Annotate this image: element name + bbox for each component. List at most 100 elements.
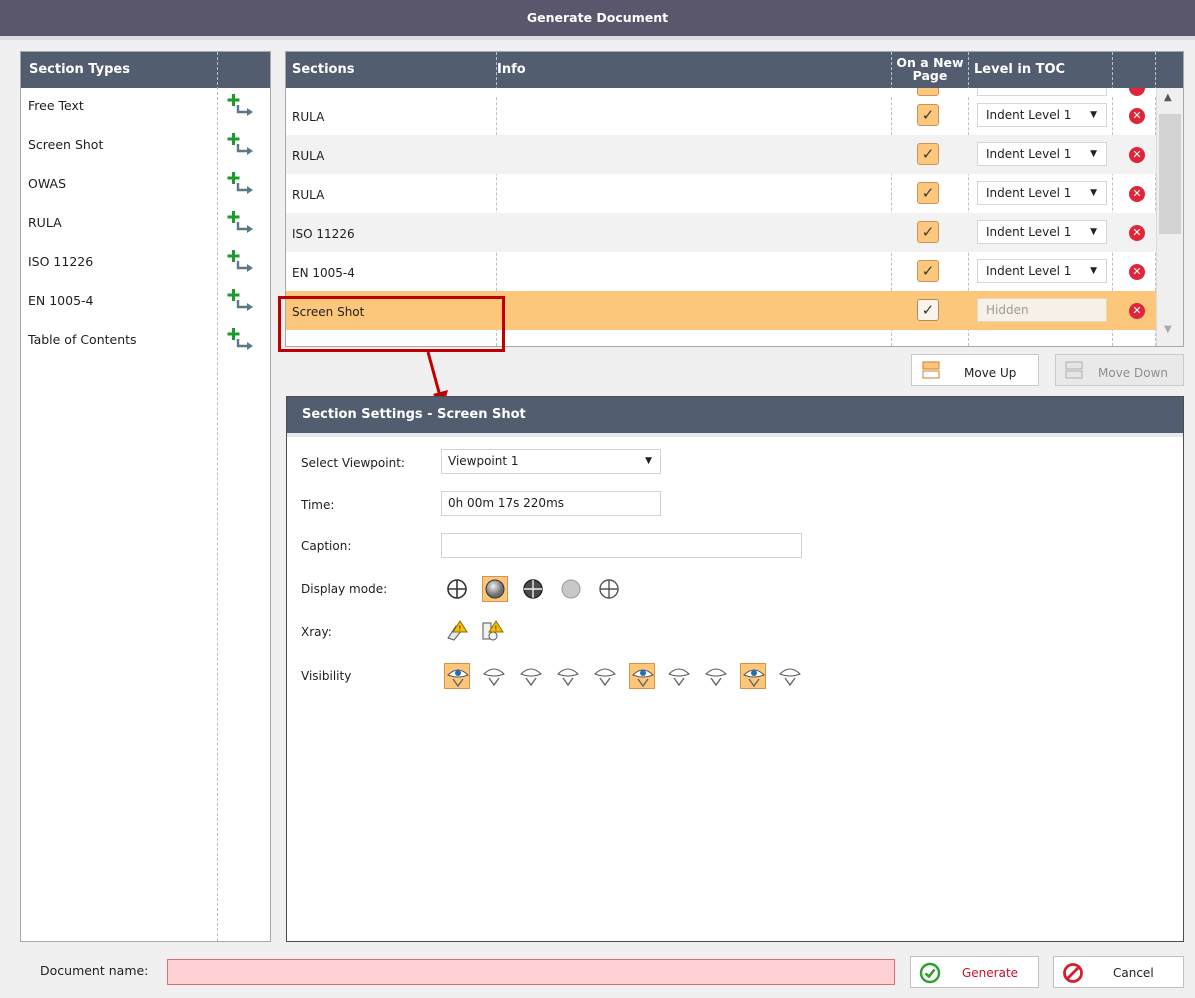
document-name-label: Document name: (40, 963, 149, 978)
delete-icon[interactable]: ✕ (1129, 225, 1145, 241)
col-sections[interactable]: Sections (286, 52, 354, 88)
scroll-thumb[interactable] (1159, 114, 1181, 234)
section-type-label: RULA (28, 215, 62, 230)
shaded-mode-icon[interactable] (482, 576, 508, 602)
section-types-header-label: Section Types (29, 62, 130, 77)
time-field[interactable]: 0h 00m 17s 220ms (441, 491, 661, 516)
section-row[interactable]: RULA ✓ Indent Level 1 ▼ ✕ (286, 96, 1156, 135)
add-section-icon[interactable] (226, 326, 256, 352)
checkmark-icon (919, 962, 941, 984)
delete-icon[interactable]: ✕ (1129, 108, 1145, 124)
add-section-icon[interactable] (226, 248, 256, 274)
add-section-icon[interactable] (226, 287, 256, 313)
visibility-grid-icon[interactable] (740, 663, 766, 689)
new-page-checkbox[interactable] (917, 88, 939, 96)
chevron-down-icon: ▼ (1090, 110, 1097, 120)
visibility-frames-icon[interactable] (555, 663, 581, 689)
level-select[interactable]: Indent Level 1 ▼ (977, 181, 1107, 205)
move-down-button[interactable]: Move Down (1055, 354, 1184, 386)
xray-label: Xray: (301, 625, 332, 639)
delete-icon[interactable] (1129, 88, 1145, 96)
shaded-with-edges-mode-icon[interactable] (520, 576, 546, 602)
add-section-icon[interactable] (226, 92, 256, 118)
wireframe-mode-icon[interactable] (444, 576, 470, 602)
section-row[interactable]: ISO 11226 ✓ Indent Level 1 ▼ ✕ (286, 213, 1156, 252)
xray-objects-icon[interactable]: ! (480, 618, 506, 644)
svg-text:!: ! (459, 625, 462, 633)
new-page-checkbox[interactable]: ✓ (917, 104, 939, 126)
level-select[interactable] (977, 88, 1107, 96)
section-type-item[interactable]: ISO 11226 (21, 244, 270, 283)
add-section-icon[interactable] (226, 209, 256, 235)
xray-human-icon[interactable]: ! (444, 618, 470, 644)
document-name-input[interactable] (167, 959, 895, 985)
level-select[interactable]: Indent Level 1 ▼ (977, 103, 1107, 127)
viewpoint-select[interactable]: Viewpoint 1 ▼ (441, 449, 661, 474)
section-row[interactable]: RULA ✓ Indent Level 1 ▼ ✕ (286, 135, 1156, 174)
scroll-down-icon[interactable]: ▼ (1164, 324, 1172, 335)
col-new-page[interactable]: On a New Page (891, 52, 969, 88)
level-select[interactable]: Indent Level 1 ▼ (977, 220, 1107, 244)
new-page-checkbox[interactable]: ✓ (917, 260, 939, 282)
section-type-item[interactable]: OWAS (21, 166, 270, 205)
section-type-item[interactable]: Free Text (21, 88, 270, 127)
move-up-button[interactable]: Move Up (911, 354, 1039, 386)
new-page-checkbox[interactable]: ✓ (917, 221, 939, 243)
level-select[interactable]: Indent Level 1 ▼ (977, 142, 1107, 166)
section-type-item[interactable]: Table of Contents (21, 322, 270, 361)
section-type-label: EN 1005-4 (28, 293, 94, 308)
visibility-constraints-icon[interactable] (666, 663, 692, 689)
time-label: Time: (301, 498, 335, 512)
chevron-down-icon: ▼ (645, 456, 652, 466)
col-level[interactable]: Level in TOC (968, 52, 1065, 88)
visibility-other-icon[interactable] (777, 663, 803, 689)
move-down-icon (1065, 361, 1083, 379)
section-row[interactable]: RULA ✓ Indent Level 1 ▼ ✕ (286, 174, 1156, 213)
section-name: RULA (292, 110, 325, 124)
scroll-up-icon[interactable]: ▲ (1164, 92, 1172, 103)
level-select[interactable]: Indent Level 1 ▼ (977, 259, 1107, 283)
outline-mode-icon[interactable] (596, 576, 622, 602)
chevron-down-icon: ▼ (1090, 227, 1097, 237)
chevron-down-icon: ▼ (1090, 188, 1097, 198)
generate-button[interactable]: Generate (910, 956, 1039, 988)
move-up-icon (922, 361, 940, 379)
visibility-humans-icon[interactable] (444, 663, 470, 689)
add-section-icon[interactable] (226, 170, 256, 196)
window-title: Generate Document (0, 0, 1195, 36)
annotation-highlight (278, 296, 505, 352)
section-type-item[interactable]: EN 1005-4 (21, 283, 270, 322)
caption-field[interactable] (441, 533, 802, 558)
add-section-icon[interactable] (226, 131, 256, 157)
section-type-label: Screen Shot (28, 137, 104, 152)
section-name: RULA (292, 188, 325, 202)
new-page-checkbox[interactable]: ✓ (917, 182, 939, 204)
delete-icon[interactable]: ✕ (1129, 303, 1145, 319)
visibility-joints-icon[interactable] (592, 663, 618, 689)
visibility-points-icon[interactable] (629, 663, 655, 689)
section-type-item[interactable]: Screen Shot (21, 127, 270, 166)
delete-icon[interactable]: ✕ (1129, 186, 1145, 202)
level-select[interactable]: Hidden (977, 298, 1107, 322)
display-mode-label: Display mode: (301, 582, 388, 596)
visibility-vectors-icon[interactable] (703, 663, 729, 689)
level-value: Indent Level 1 (986, 186, 1072, 200)
section-row[interactable]: EN 1005-4 ✓ Indent Level 1 ▼ ✕ (286, 252, 1156, 291)
time-value: 0h 00m 17s 220ms (448, 496, 565, 510)
delete-icon[interactable]: ✕ (1129, 147, 1145, 163)
section-type-item[interactable]: RULA (21, 205, 270, 244)
new-page-checkbox[interactable]: ✓ (917, 299, 939, 321)
delete-icon[interactable]: ✕ (1129, 264, 1145, 280)
section-types-panel: Section Types Free Text Screen Shot OWAS RU… (20, 51, 271, 942)
visibility-surfaces-icon[interactable] (518, 663, 544, 689)
sections-scrollbar[interactable]: ▲ ▼ (1156, 88, 1183, 346)
hidden-line-mode-icon[interactable] (558, 576, 584, 602)
chevron-down-icon: ▼ (1090, 266, 1097, 276)
caption-label: Caption: (301, 539, 352, 553)
new-page-checkbox[interactable]: ✓ (917, 143, 939, 165)
cancel-button[interactable]: Cancel (1053, 956, 1184, 988)
section-settings-title: Section Settings - Screen Shot (287, 397, 1183, 433)
visibility-geometry-icon[interactable] (481, 663, 507, 689)
svg-text:!: ! (495, 625, 498, 633)
section-name: RULA (292, 149, 325, 163)
